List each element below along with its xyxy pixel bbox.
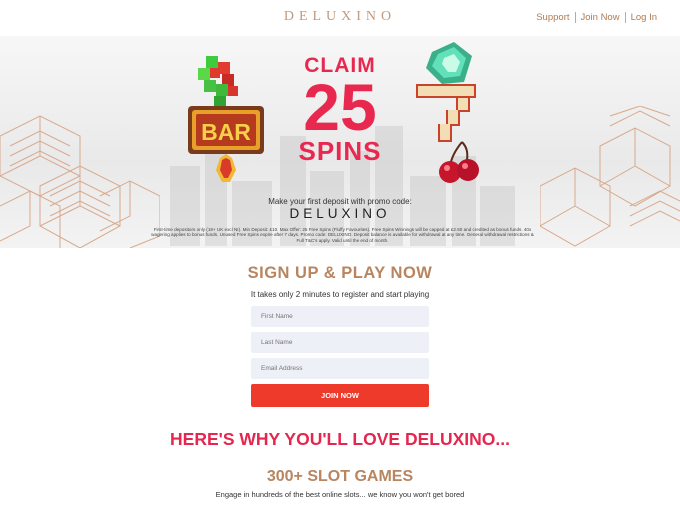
terms-text: First-time depositors only (18+ UK excl …: [151, 227, 534, 243]
nav-join-link[interactable]: Join Now: [574, 12, 625, 23]
last-name-input[interactable]: [251, 332, 429, 353]
promo-hero: BAR CLAIM 25 SPINS Make your first depos…: [0, 36, 680, 248]
promo-code-label: Make your first deposit with promo code:: [268, 197, 412, 206]
join-now-button[interactable]: JOIN NOW: [251, 384, 429, 407]
signup-title: SIGN UP & PLAY NOW: [247, 264, 433, 282]
top-nav: Support Join Now Log In: [531, 12, 662, 23]
promo-headline: CLAIM 25 SPINS: [0, 54, 680, 164]
nav-support-link[interactable]: Support: [531, 12, 574, 23]
promo-amount: 25: [303, 70, 377, 144]
first-name-input[interactable]: [251, 306, 429, 327]
slot-games-text: Engage in hundreds of the best online sl…: [215, 490, 465, 499]
promo-code: DELUXINO: [289, 206, 391, 221]
why-heading: HERE'S WHY YOU'LL LOVE DELUXINO...: [170, 429, 510, 449]
email-input[interactable]: [251, 358, 429, 379]
signup-subtitle: It takes only 2 minutes to register and …: [250, 290, 430, 299]
nav-login-link[interactable]: Log In: [624, 12, 662, 23]
spins-text: SPINS: [298, 136, 382, 166]
site-header: DELUXINO Support Join Now Log In: [0, 0, 680, 36]
slot-games-title: 300+ SLOT GAMES: [266, 468, 414, 485]
